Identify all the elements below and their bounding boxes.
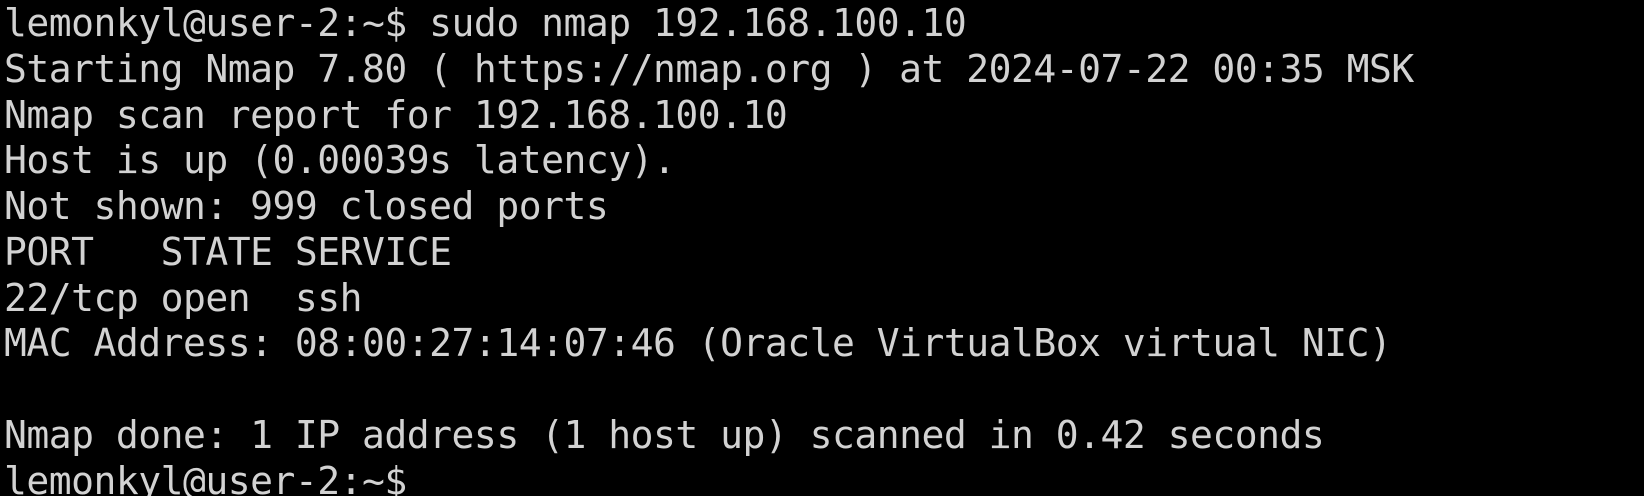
output-line-starting: Starting Nmap 7.80 ( https://nmap.org ) … (4, 47, 1414, 91)
command-line: lemonkyl@user-2:~$ sudo nmap 192.168.100… (4, 1, 967, 45)
output-line-port-entry: 22/tcp open ssh (4, 276, 363, 320)
output-line-scan-report: Nmap scan report for 192.168.100.10 (4, 93, 788, 137)
output-line-nmap-done: Nmap done: 1 IP address (1 host up) scan… (4, 413, 1325, 457)
output-line-not-shown: Not shown: 999 closed ports (4, 184, 609, 228)
prompt-line[interactable]: lemonkyl@user-2:~$ (4, 458, 407, 496)
output-line-port-header: PORT STATE SERVICE (4, 230, 452, 274)
output-line-host-status: Host is up (0.00039s latency). (4, 138, 676, 182)
output-line-mac-address: MAC Address: 08:00:27:14:07:46 (Oracle V… (4, 321, 1392, 365)
terminal-window[interactable]: lemonkyl@user-2:~$ sudo nmap 192.168.100… (0, 0, 1644, 496)
